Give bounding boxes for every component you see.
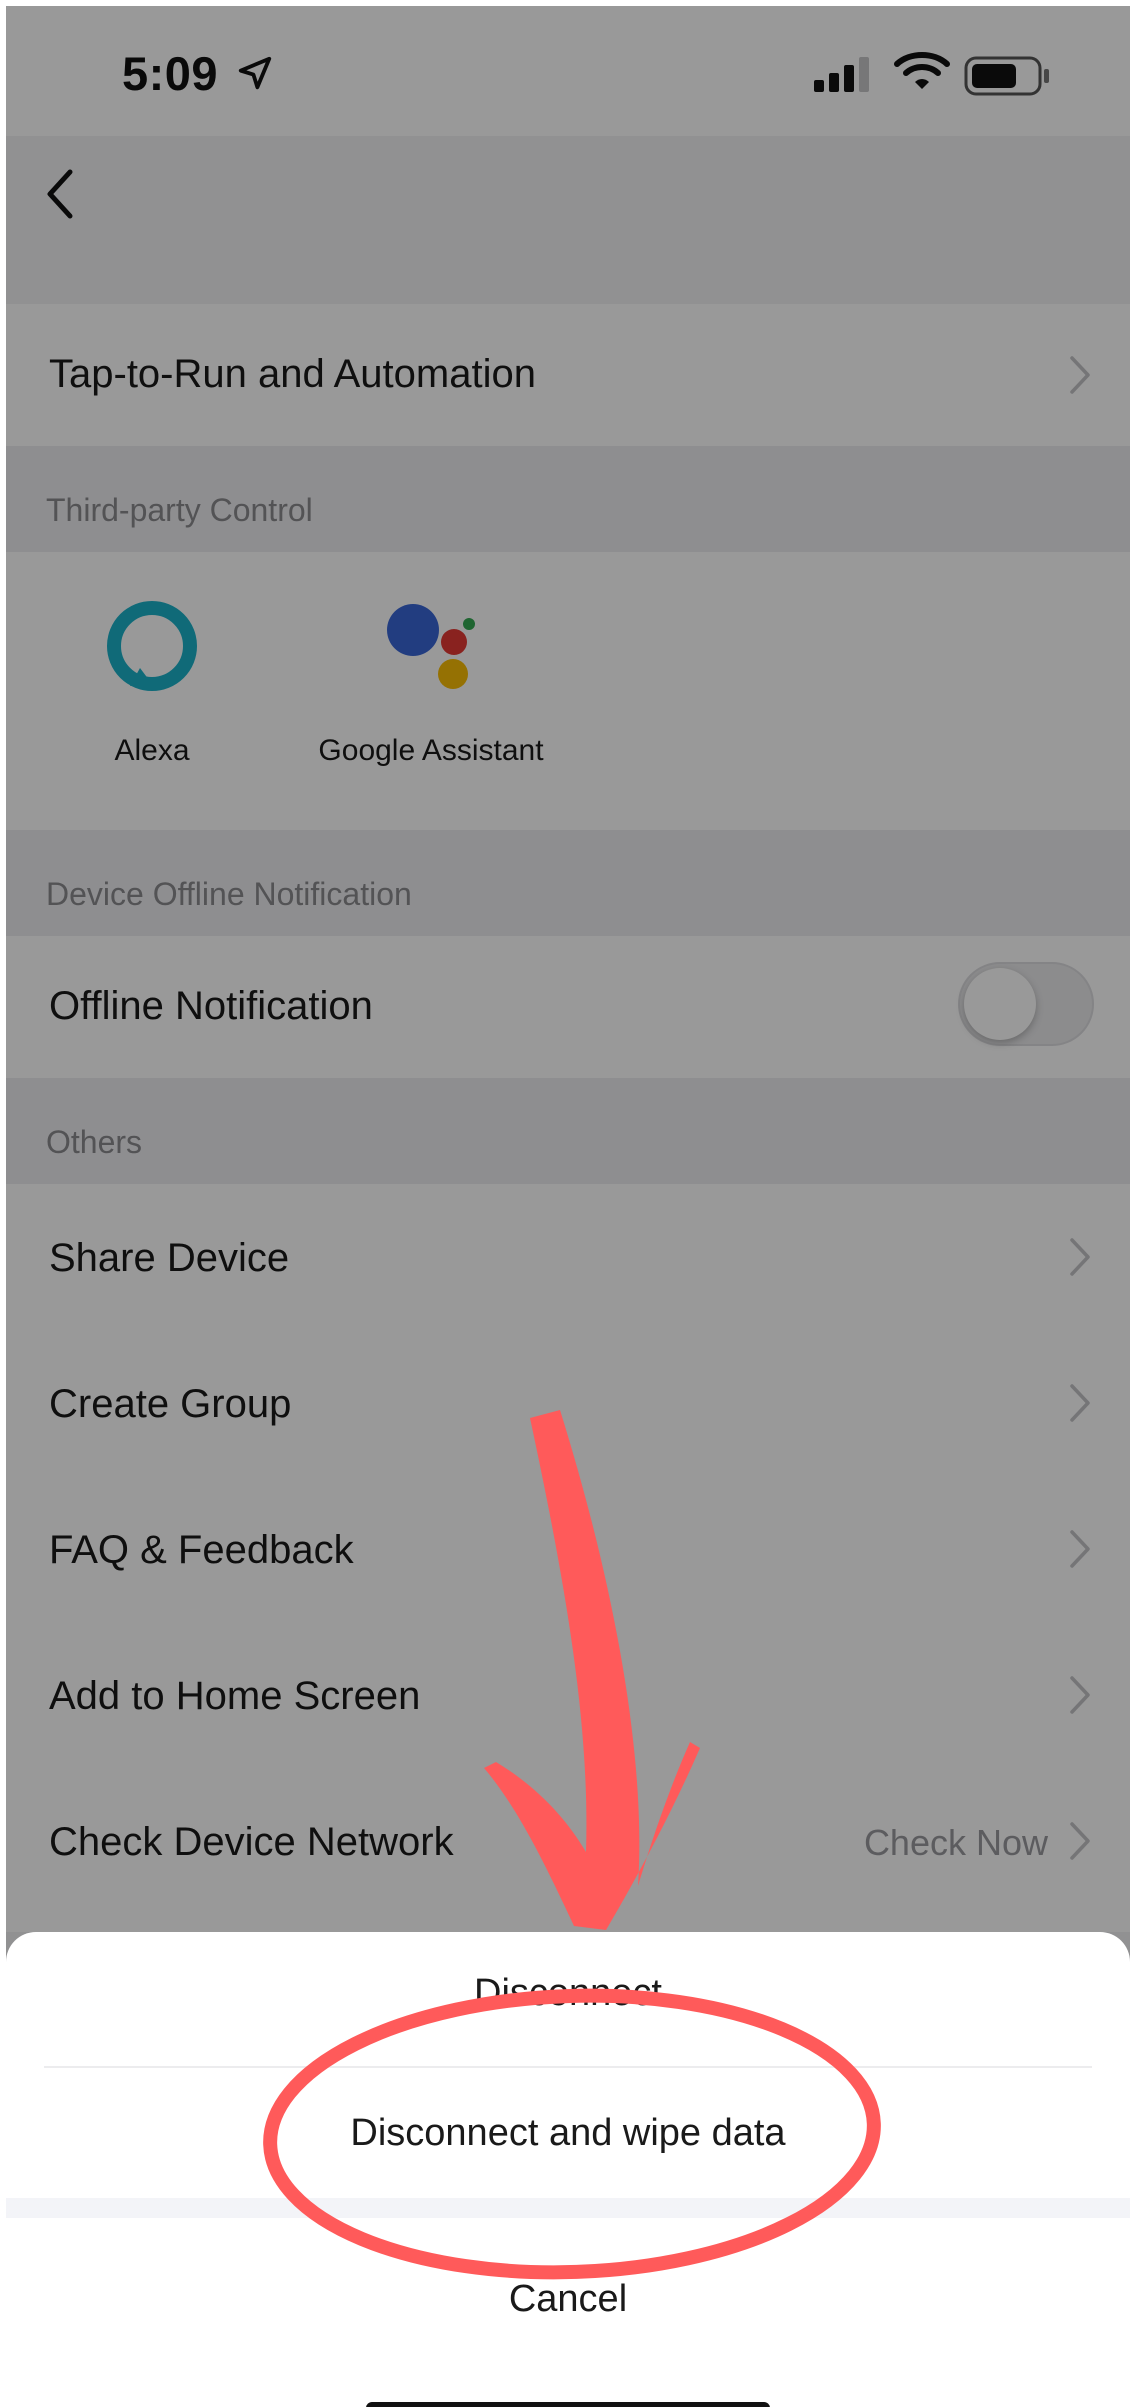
action-sheet: Disconnect Disconnect and wipe data Canc… <box>6 1932 1130 2407</box>
home-indicator <box>366 2402 770 2407</box>
sheet-divider <box>44 2066 1092 2068</box>
app-screen: 5:09 Tap-to-Run and Automation Third-par… <box>6 6 1130 2407</box>
sheet-gap <box>6 2198 1130 2218</box>
cancel-button[interactable]: Cancel <box>6 2278 1130 2321</box>
disconnect-wipe-button[interactable]: Disconnect and wipe data <box>6 2112 1130 2155</box>
disconnect-button[interactable]: Disconnect <box>6 1972 1130 2015</box>
